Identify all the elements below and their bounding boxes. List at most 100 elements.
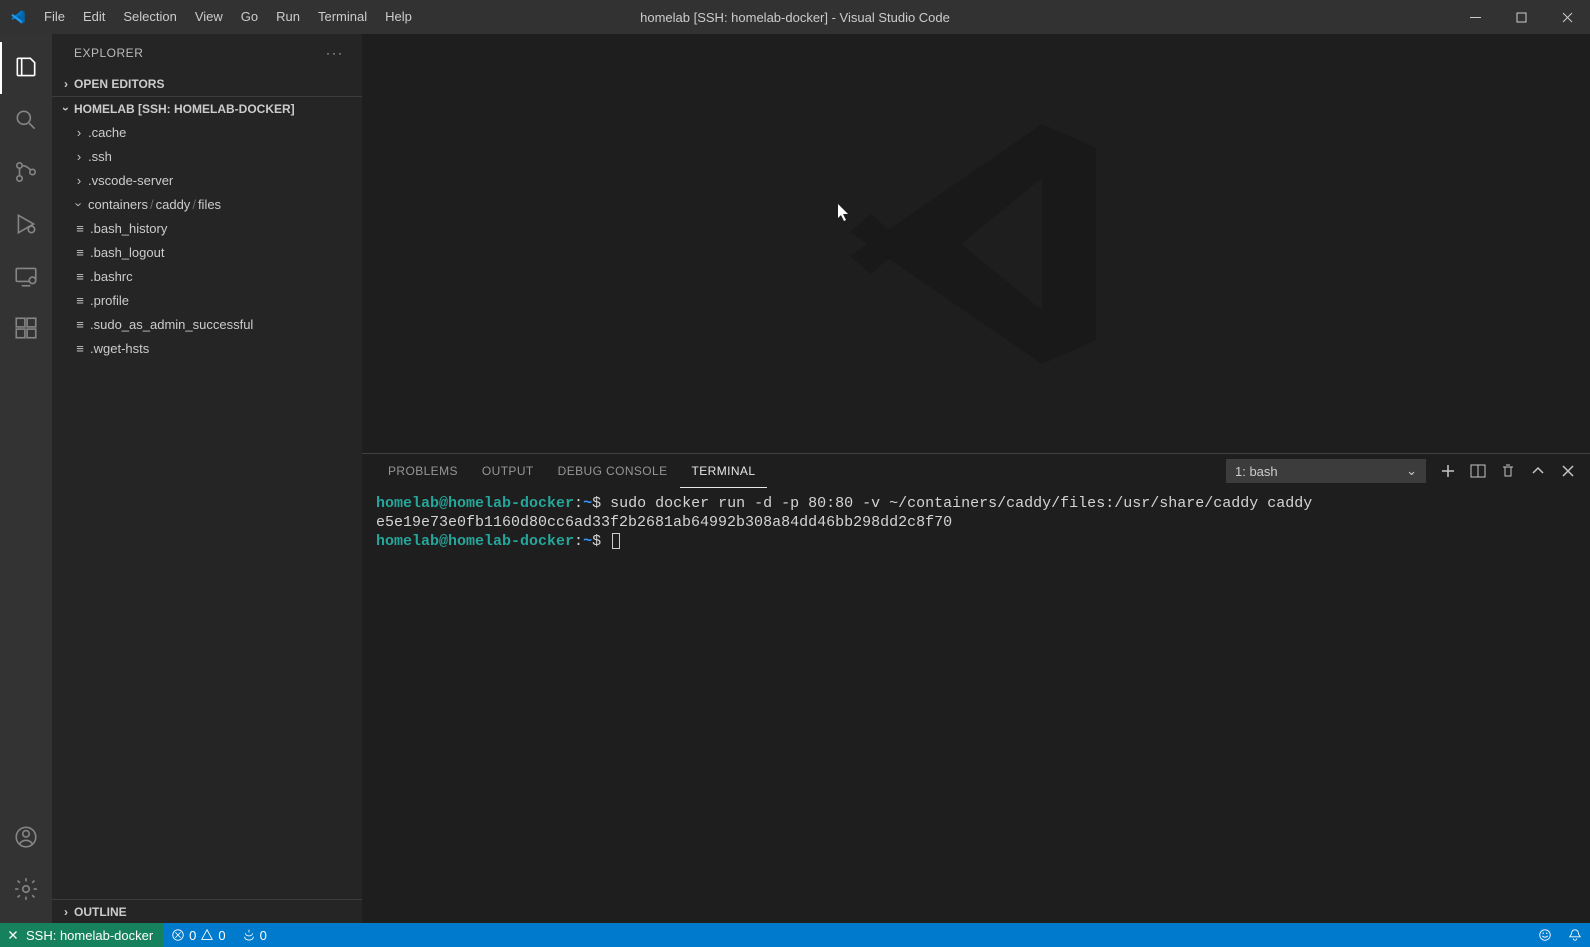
panel-tabs: PROBLEMS OUTPUT DEBUG CONSOLE TERMINAL 1… bbox=[362, 454, 1590, 488]
tab-output[interactable]: OUTPUT bbox=[470, 454, 546, 488]
editor-area: PROBLEMS OUTPUT DEBUG CONSOLE TERMINAL 1… bbox=[362, 34, 1590, 923]
terminal-select-label: 1: bash bbox=[1235, 464, 1278, 479]
folder-vscode-server[interactable]: › .vscode-server bbox=[52, 168, 362, 192]
file-icon: ≡ bbox=[70, 317, 90, 332]
chevron-right-icon: › bbox=[70, 125, 88, 140]
maximize-button[interactable] bbox=[1498, 0, 1544, 34]
status-bar: SSH: homelab-docker 0 0 0 bbox=[0, 923, 1590, 947]
folder-label: .vscode-server bbox=[88, 173, 173, 188]
activity-source-control[interactable] bbox=[0, 146, 52, 198]
menu-view[interactable]: View bbox=[186, 0, 232, 34]
folder-label: containers/caddy/files bbox=[88, 197, 221, 212]
terminal-output: e5e19e73e0fb1160d80cc6ad33f2b2681ab64992… bbox=[376, 513, 1576, 532]
folder-containers-caddy-files[interactable]: › containers/caddy/files bbox=[52, 192, 362, 216]
panel-actions: 1: bash ⌄ bbox=[1226, 459, 1576, 483]
terminal-prompt-user: homelab@homelab-docker bbox=[376, 533, 574, 550]
menu-terminal[interactable]: Terminal bbox=[309, 0, 376, 34]
file-icon: ≡ bbox=[70, 341, 90, 356]
activity-accounts[interactable] bbox=[0, 811, 52, 863]
terminal-line: homelab@homelab-docker:~$ bbox=[376, 532, 1576, 551]
menu-selection[interactable]: Selection bbox=[114, 0, 185, 34]
folder-cache[interactable]: › .cache bbox=[52, 120, 362, 144]
file-label: .sudo_as_admin_successful bbox=[90, 317, 253, 332]
file-label: .wget-hsts bbox=[90, 341, 149, 356]
file-profile[interactable]: ≡ .profile bbox=[52, 288, 362, 312]
tab-terminal[interactable]: TERMINAL bbox=[680, 454, 768, 488]
bottom-panel: PROBLEMS OUTPUT DEBUG CONSOLE TERMINAL 1… bbox=[362, 453, 1590, 923]
file-icon: ≡ bbox=[70, 269, 90, 284]
chevron-right-icon: › bbox=[58, 77, 74, 91]
vscode-watermark-icon bbox=[826, 94, 1126, 394]
activity-explorer[interactable] bbox=[0, 42, 52, 94]
folder-label: .ssh bbox=[88, 149, 112, 164]
titlebar: File Edit Selection View Go Run Terminal… bbox=[0, 0, 1590, 34]
status-remote[interactable]: SSH: homelab-docker bbox=[0, 923, 163, 947]
chevron-down-icon: › bbox=[72, 195, 87, 213]
terminal-line: homelab@homelab-docker:~$ sudo docker ru… bbox=[376, 494, 1576, 513]
file-icon: ≡ bbox=[70, 221, 90, 236]
activity-remote-explorer[interactable] bbox=[0, 250, 52, 302]
status-feedback[interactable] bbox=[1530, 928, 1560, 942]
window-controls bbox=[1452, 0, 1590, 34]
status-errors: 0 bbox=[189, 928, 196, 943]
status-ports[interactable]: 0 bbox=[234, 923, 275, 947]
window-title: homelab [SSH: homelab-docker] - Visual S… bbox=[640, 10, 950, 25]
workspace-label: HOMELAB [SSH: HOMELAB-DOCKER] bbox=[74, 102, 295, 116]
chevron-down-icon: ⌄ bbox=[1406, 463, 1417, 479]
terminal-prompt-symbol: $ bbox=[592, 495, 601, 512]
folder-label: .cache bbox=[88, 125, 126, 140]
minimize-button[interactable] bbox=[1452, 0, 1498, 34]
vscode-logo-icon bbox=[0, 8, 35, 26]
file-bash-logout[interactable]: ≡ .bash_logout bbox=[52, 240, 362, 264]
sidebar: EXPLORER ··· › OPEN EDITORS › HOMELAB [S… bbox=[52, 34, 362, 923]
open-editors-header[interactable]: › OPEN EDITORS bbox=[52, 72, 362, 96]
menu-edit[interactable]: Edit bbox=[74, 0, 114, 34]
open-editors-label: OPEN EDITORS bbox=[74, 77, 164, 91]
file-icon: ≡ bbox=[70, 245, 90, 260]
new-terminal-button[interactable] bbox=[1440, 463, 1456, 479]
activity-search[interactable] bbox=[0, 94, 52, 146]
sidebar-more-icon[interactable]: ··· bbox=[326, 46, 344, 60]
activity-run-debug[interactable] bbox=[0, 198, 52, 250]
outline-header[interactable]: › OUTLINE bbox=[52, 899, 362, 923]
status-ports-count: 0 bbox=[260, 928, 267, 943]
file-sudo-admin[interactable]: ≡ .sudo_as_admin_successful bbox=[52, 312, 362, 336]
tab-problems[interactable]: PROBLEMS bbox=[376, 454, 470, 488]
chevron-down-icon: › bbox=[59, 101, 73, 117]
file-wget-hsts[interactable]: ≡ .wget-hsts bbox=[52, 336, 362, 360]
chevron-right-icon: › bbox=[70, 173, 88, 188]
kill-terminal-button[interactable] bbox=[1500, 463, 1516, 479]
menu-run[interactable]: Run bbox=[267, 0, 309, 34]
status-warnings: 0 bbox=[218, 928, 225, 943]
terminal-prompt-path: ~ bbox=[583, 533, 592, 550]
terminal-prompt-path: ~ bbox=[583, 495, 592, 512]
maximize-panel-button[interactable] bbox=[1530, 463, 1546, 479]
folder-ssh[interactable]: › .ssh bbox=[52, 144, 362, 168]
activity-extensions[interactable] bbox=[0, 302, 52, 354]
file-bashrc[interactable]: ≡ .bashrc bbox=[52, 264, 362, 288]
file-label: .bash_logout bbox=[90, 245, 164, 260]
status-problems[interactable]: 0 0 bbox=[163, 923, 233, 947]
menu-file[interactable]: File bbox=[35, 0, 74, 34]
workspace-header[interactable]: › HOMELAB [SSH: HOMELAB-DOCKER] bbox=[52, 96, 362, 120]
sidebar-title: EXPLORER ··· bbox=[52, 34, 362, 72]
file-tree: › .cache › .ssh › .vscode-server › conta… bbox=[52, 120, 362, 899]
terminal-prompt-symbol: $ bbox=[592, 533, 601, 550]
status-notifications[interactable] bbox=[1560, 928, 1590, 942]
file-icon: ≡ bbox=[70, 293, 90, 308]
activity-settings[interactable] bbox=[0, 863, 52, 915]
terminal-command: sudo docker run -d -p 80:80 -v ~/contain… bbox=[610, 495, 1312, 512]
file-label: .bashrc bbox=[90, 269, 133, 284]
terminal-body[interactable]: homelab@homelab-docker:~$ sudo docker ru… bbox=[362, 488, 1590, 923]
menu-go[interactable]: Go bbox=[232, 0, 267, 34]
close-button[interactable] bbox=[1544, 0, 1590, 34]
terminal-selector[interactable]: 1: bash ⌄ bbox=[1226, 459, 1426, 483]
tab-debug-console[interactable]: DEBUG CONSOLE bbox=[546, 454, 680, 488]
outline-label: OUTLINE bbox=[74, 905, 127, 919]
close-panel-button[interactable] bbox=[1560, 463, 1576, 479]
chevron-right-icon: › bbox=[58, 905, 74, 919]
menu-help[interactable]: Help bbox=[376, 0, 421, 34]
menu-bar: File Edit Selection View Go Run Terminal… bbox=[35, 0, 421, 34]
split-terminal-button[interactable] bbox=[1470, 463, 1486, 479]
file-bash-history[interactable]: ≡ .bash_history bbox=[52, 216, 362, 240]
